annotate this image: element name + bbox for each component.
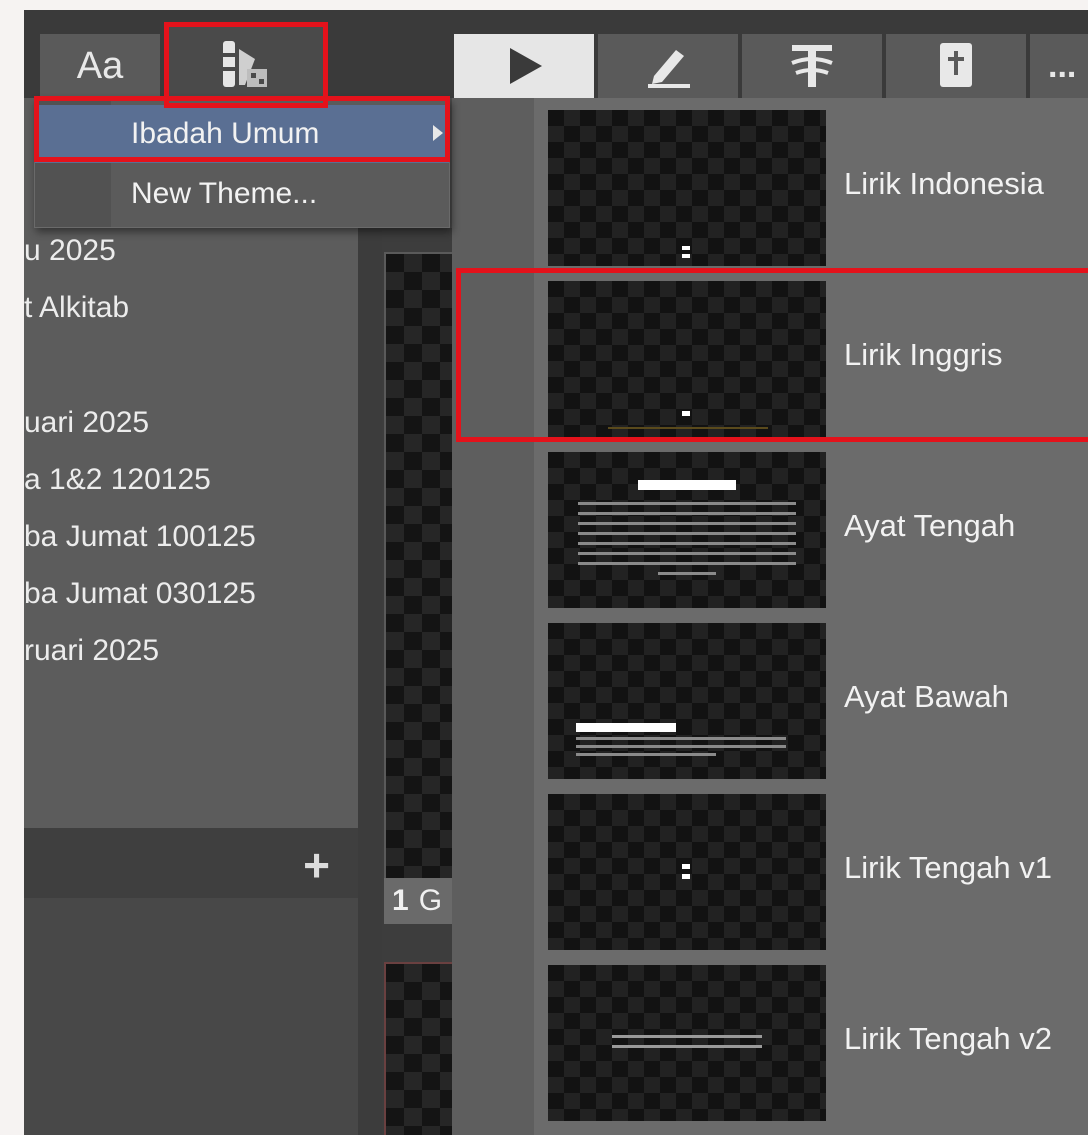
slide-thumbnail[interactable] [384,252,456,916]
submenu-arrow-icon [433,125,443,141]
theme-item-lirik-indonesia[interactable]: Lirik Indonesia [534,98,1088,269]
themes-tab[interactable] [166,24,324,104]
more-button[interactable]: ... [1030,34,1088,98]
menu-item-new-theme[interactable]: New Theme... [35,165,449,223]
play-button[interactable] [454,34,594,98]
theme-name: Lirik Tengah v2 [844,1020,1052,1056]
text-style-icon [791,45,833,87]
library-toolbar: Aa [24,10,452,104]
slide-title: G [418,884,443,917]
bible-icon [940,43,972,87]
list-item[interactable]: ba Jumat 030125 [24,577,256,611]
list-item[interactable]: uari 2025 [24,406,149,440]
theme-item-lirik-inggris[interactable]: Lirik Inggris [534,269,1088,440]
bible-button[interactable] [886,34,1026,98]
list-item[interactable]: u 2025 [24,234,116,268]
theme-thumbnail [548,281,826,437]
app-window: Aa u 2025 t Alkitab uari 2025 a 1&2 1201… [24,10,1088,1135]
theme-item-lirik-tengah-v2[interactable]: Lirik Tengah v2 [534,953,1088,1124]
theme-name: Lirik Inggris [844,336,1003,372]
slide-column: 1 G [382,228,456,1135]
theme-toolbar: ... [452,10,1088,98]
theme-thumbnail [548,110,826,266]
theme-panel-gutter [452,98,534,1135]
list-item[interactable]: ba Jumat 100125 [24,520,256,554]
theme-name: Lirik Tengah v1 [844,849,1052,885]
playlist-header: + [24,828,358,898]
edit-button[interactable] [598,34,738,98]
theme-thumbnail [548,794,826,950]
font-tab[interactable]: Aa [40,34,160,98]
theme-name: Ayat Bawah [844,678,1009,714]
theme-item-ayat-tengah[interactable]: Ayat Tengah [534,440,1088,611]
theme-thumbnail [548,965,826,1121]
panel-divider[interactable] [358,98,382,1135]
theme-thumbnail [548,623,826,779]
theme-name: Lirik Indonesia [844,165,1044,201]
theme-list-panel: Lirik Indonesia Lirik Inggris Ayat Tenga… [452,98,1088,1135]
add-icon[interactable]: + [303,838,330,892]
list-item[interactable]: ruari 2025 [24,634,159,668]
theme-palette-icon [223,41,267,87]
theme-thumbnail [548,452,826,608]
slide-number: 1 [392,884,409,917]
pencil-icon [648,50,690,88]
menu-item-label: New Theme... [131,177,318,210]
menu-item-ibadah-umum[interactable]: Ibadah Umum [35,105,449,163]
list-item[interactable]: a 1&2 120125 [24,463,211,497]
play-icon [510,48,542,84]
themes-dropdown-menu: Ibadah Umum New Theme... [34,98,450,228]
slide-label: 1 G [384,878,452,924]
list-item[interactable]: t Alkitab [24,291,129,325]
menu-item-label: Ibadah Umum [131,117,320,150]
playlist-panel [24,898,358,1135]
text-style-button[interactable] [742,34,882,98]
slide-thumbnail[interactable] [384,962,456,1135]
theme-name: Ayat Tengah [844,507,1016,543]
theme-item-lirik-tengah-v1[interactable]: Lirik Tengah v1 [534,782,1088,953]
theme-item-ayat-bawah[interactable]: Ayat Bawah [534,611,1088,782]
more-icon: ... [1048,46,1077,85]
